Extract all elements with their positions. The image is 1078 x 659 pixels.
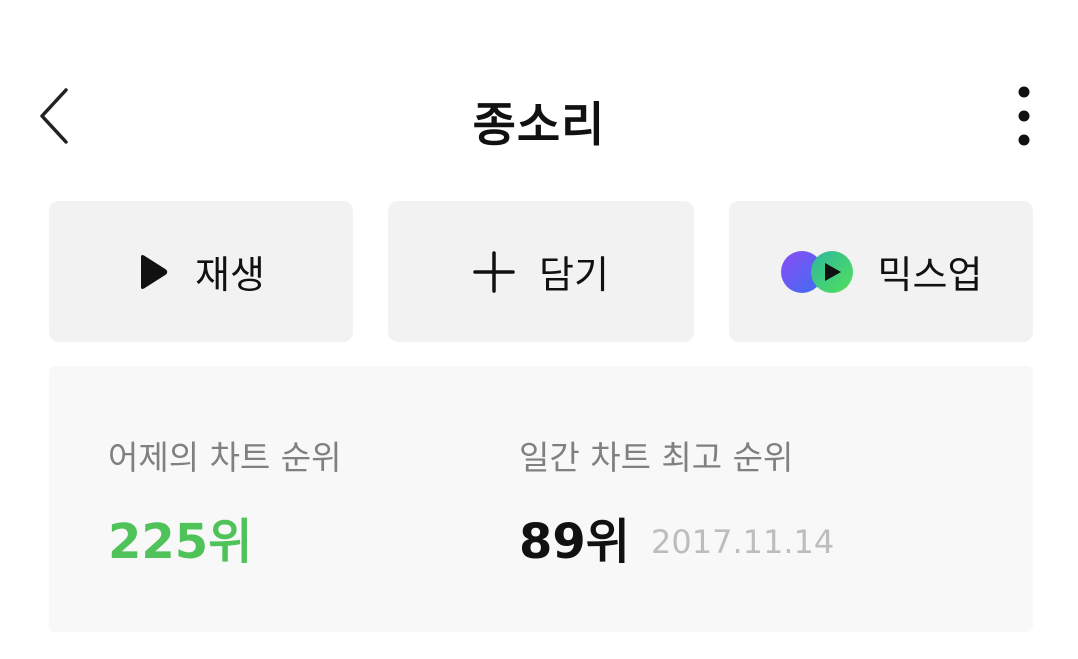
yesterday-rank-value: 225위 [108, 514, 253, 570]
page-title: 종소리 [472, 98, 606, 153]
more-options-button[interactable] [996, 78, 1052, 154]
chart-rank-panel: 어제의 차트 순위 225위 일간 차트 최고 순위 89위 2017.11.1… [49, 366, 1033, 632]
header: 종소리 [0, 60, 1078, 172]
peak-rank-label: 일간 차트 최고 순위 [519, 438, 794, 477]
yesterday-rank-label: 어제의 차트 순위 [108, 438, 342, 477]
play-button[interactable]: 재생 [49, 201, 353, 342]
mixup-icon [780, 250, 854, 294]
play-icon [137, 253, 169, 291]
more-vertical-icon [1017, 85, 1031, 147]
mixup-button[interactable]: 믹스업 [729, 201, 1033, 342]
play-label: 재생 [195, 253, 265, 297]
add-to-playlist-button[interactable]: 담기 [388, 201, 694, 342]
song-detail-page: 종소리 재생 담기 믹스업 어제의 차트 순위 225위 일간 차트 최고 순위… [0, 0, 1078, 659]
mixup-label: 믹스업 [877, 253, 983, 297]
add-label: 담기 [539, 253, 609, 297]
peak-rank-value: 89위 [519, 514, 630, 570]
peak-rank-date: 2017.11.14 [651, 523, 835, 561]
plus-icon [473, 250, 515, 293]
